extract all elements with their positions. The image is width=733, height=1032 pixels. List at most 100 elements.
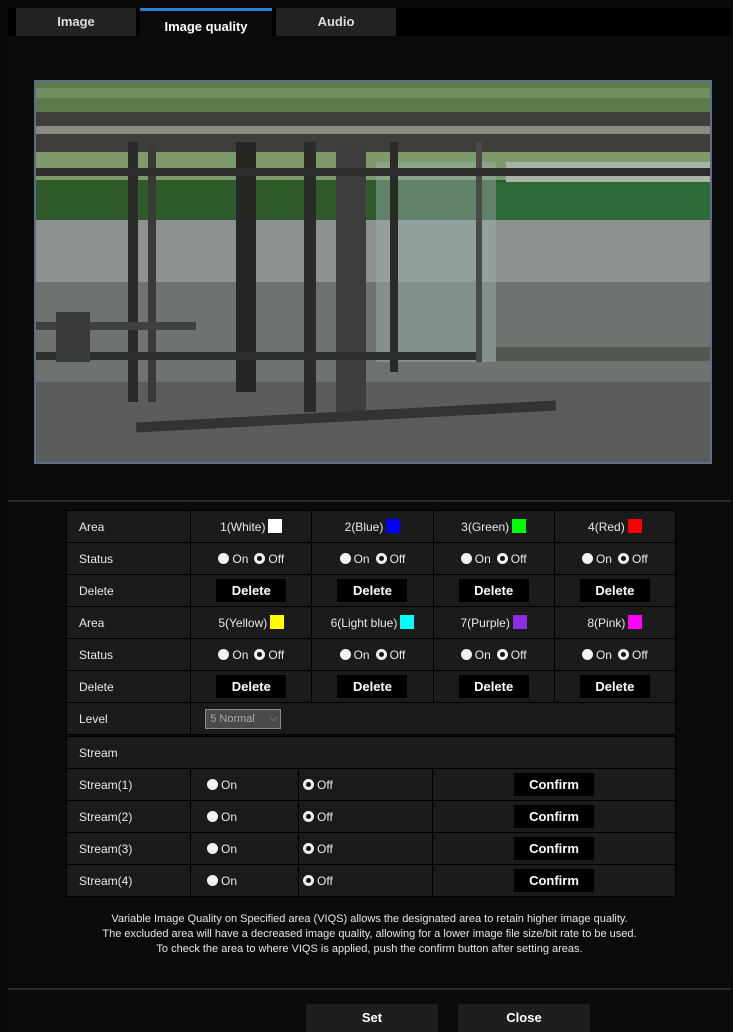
- radio-selected-icon: [617, 648, 629, 660]
- camera-image: [36, 82, 710, 462]
- area-6-color-swatch: [400, 615, 415, 629]
- status-on-radio[interactable]: On: [460, 648, 491, 662]
- delete-area-1-button[interactable]: Delete: [216, 579, 287, 602]
- radio-icon: [207, 778, 218, 790]
- status-off-radio[interactable]: Off: [254, 552, 284, 566]
- status-off-radio[interactable]: Off: [617, 648, 648, 662]
- note-line: To check the area to where VIQS is appli…: [156, 943, 583, 955]
- set-button[interactable]: Set: [306, 1004, 438, 1032]
- area-4-color-swatch: [627, 519, 642, 533]
- note-line: Variable Image Quality on Specified area…: [111, 913, 628, 925]
- tab-bar: Image Image quality Audio: [8, 8, 731, 36]
- status-off-radio[interactable]: Off: [496, 552, 527, 566]
- table-row: Area 1(White) 2(Blue) 3(Green) 4(Red): [65, 510, 677, 543]
- stream-3-off-radio[interactable]: Off: [298, 832, 433, 865]
- status-on-radio[interactable]: On: [218, 648, 248, 662]
- status-off-radio[interactable]: Off: [254, 648, 284, 662]
- radio-icon: [207, 810, 218, 822]
- stream-1-on-radio[interactable]: On: [190, 768, 299, 801]
- table-row: Status On Off On Off On Off On Off: [65, 638, 677, 671]
- stream-1-off-radio[interactable]: Off: [298, 768, 433, 801]
- status-on-radio[interactable]: On: [339, 552, 370, 566]
- status-on-radio[interactable]: On: [460, 552, 491, 566]
- table-row: Level 5 Normal ⌵: [65, 702, 676, 735]
- footer-bar: Set Close: [8, 988, 731, 1032]
- radio-selected-icon: [496, 648, 508, 660]
- area-3-cell: 3(Green): [432, 510, 555, 543]
- status-on-radio[interactable]: On: [581, 648, 612, 662]
- radio-icon: [460, 648, 472, 660]
- delete-area-2-button[interactable]: Delete: [337, 579, 408, 602]
- stream-4-on-radio[interactable]: On: [190, 864, 299, 897]
- table-row: Status On Off On Off On Off On Off: [65, 542, 677, 575]
- close-button[interactable]: Close: [458, 1004, 590, 1032]
- radio-selected-icon: [617, 552, 629, 564]
- radio-selected-icon: [254, 648, 266, 660]
- radio-selected-icon: [375, 552, 387, 564]
- chevron-down-icon: ⌵: [269, 712, 278, 724]
- stream-2-off-radio[interactable]: Off: [298, 800, 433, 833]
- status-off-radio[interactable]: Off: [496, 648, 527, 662]
- area-3-color-swatch: [512, 519, 527, 533]
- stream-label: Stream(2): [66, 800, 191, 833]
- tab-image-quality[interactable]: Image quality: [140, 8, 272, 36]
- delete-area-6-button[interactable]: Delete: [337, 675, 408, 698]
- radio-icon: [581, 552, 593, 564]
- stream-4-off-radio[interactable]: Off: [298, 864, 433, 897]
- radio-icon: [460, 552, 472, 564]
- radio-selected-icon: [254, 552, 266, 564]
- stream-header: Stream: [66, 736, 676, 769]
- area-1-status: On Off: [190, 542, 313, 575]
- radio-selected-icon: [303, 874, 314, 886]
- table-row: Delete Delete Delete Delete Delete: [65, 574, 677, 607]
- area-1-cell: 1(White): [190, 510, 313, 543]
- status-on-radio[interactable]: On: [339, 648, 370, 662]
- radio-selected-icon: [303, 778, 314, 790]
- area-7-color-swatch: [512, 615, 527, 629]
- tab-image[interactable]: Image: [16, 8, 136, 36]
- confirm-stream-4-button[interactable]: Confirm: [514, 869, 594, 892]
- radio-icon: [339, 648, 351, 660]
- status-off-radio[interactable]: Off: [375, 552, 405, 566]
- delete-area-4-button[interactable]: Delete: [579, 579, 650, 602]
- confirm-stream-1-button[interactable]: Confirm: [514, 773, 594, 796]
- area-3-status: On Off: [432, 542, 555, 575]
- area-8-status: On Off: [553, 638, 677, 671]
- area-5-status: On Off: [190, 638, 313, 671]
- delete-area-3-button[interactable]: Delete: [458, 579, 529, 602]
- area-2-status: On Off: [311, 542, 434, 575]
- status-on-radio[interactable]: On: [581, 552, 612, 566]
- area-4-status: On Off: [553, 542, 677, 575]
- radio-icon: [339, 552, 351, 564]
- delete-area-7-button[interactable]: Delete: [458, 675, 529, 698]
- status-off-radio[interactable]: Off: [375, 648, 405, 662]
- status-on-radio[interactable]: On: [218, 552, 248, 566]
- stream-2-on-radio[interactable]: On: [190, 800, 299, 833]
- stream-3-on-radio[interactable]: On: [190, 832, 299, 865]
- delete-area-5-button[interactable]: Delete: [216, 675, 287, 698]
- radio-selected-icon: [303, 810, 314, 822]
- preview-panel: [8, 36, 731, 500]
- confirm-stream-2-button[interactable]: Confirm: [514, 805, 594, 828]
- table-row: Stream: [66, 736, 676, 769]
- radio-icon: [207, 842, 218, 854]
- confirm-stream-3-button[interactable]: Confirm: [514, 837, 594, 860]
- stream-label: Stream(4): [66, 864, 191, 897]
- status-off-radio[interactable]: Off: [617, 552, 648, 566]
- radio-icon: [218, 648, 230, 660]
- level-select[interactable]: 5 Normal ⌵: [205, 708, 282, 729]
- area-7-cell: 7(Purple): [432, 606, 555, 639]
- delete-area-8-button[interactable]: Delete: [579, 675, 650, 698]
- radio-icon: [207, 874, 218, 886]
- camera-preview[interactable]: [34, 80, 712, 464]
- area-table: Area 1(White) 2(Blue) 3(Green) 4(Red) St…: [65, 510, 677, 735]
- table-row: Stream(4) On Off Confirm: [66, 864, 676, 897]
- radio-selected-icon: [375, 648, 387, 660]
- area-5-cell: 5(Yellow): [190, 606, 313, 639]
- viqs-description: Variable Image Quality on Specified area…: [8, 912, 731, 957]
- tab-audio[interactable]: Audio: [276, 8, 396, 36]
- radio-selected-icon: [496, 552, 508, 564]
- row-label: Delete: [65, 670, 192, 703]
- area-2-cell: 2(Blue): [311, 510, 434, 543]
- table-row: Stream(2) On Off Confirm: [66, 800, 676, 833]
